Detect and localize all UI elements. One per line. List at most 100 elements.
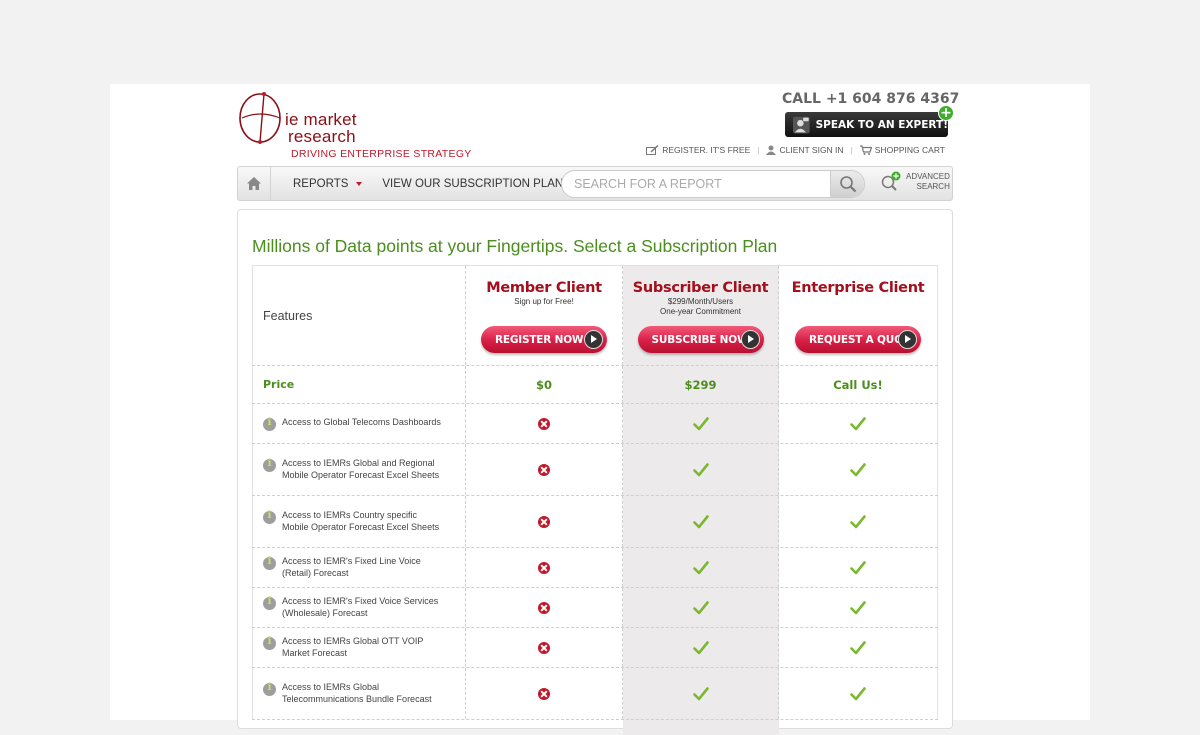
subscribe-now-label: SUBSCRIBE NOW [651,333,749,346]
plan-name: Subscriber Client [632,280,769,296]
table-row: Access to IEMRs Global Telecommunication… [252,668,938,720]
client-sign-in-label: CLIENT SIGN IN [779,145,844,155]
info-icon[interactable] [263,636,276,650]
play-arrow-icon [898,330,917,349]
search-button[interactable] [830,171,864,197]
feature-text: Access to IEMRs Global OTT VOIP Market F… [282,636,424,658]
cross-icon [538,463,550,476]
advanced-search-label: ADVANCED SEARCH [906,172,950,192]
price-cell: Call Us! [779,366,938,403]
feature-text: Access to Global Telecoms Dashboards [282,416,441,427]
enterprise-availability-cell [779,404,938,443]
enterprise-availability-cell [779,548,938,587]
info-icon[interactable] [263,556,276,570]
cross-icon [538,515,550,528]
info-icon[interactable] [263,596,276,610]
check-icon [850,416,866,430]
feature-item: Access to IEMR's Fixed Voice Services (W… [263,596,442,619]
register-link[interactable]: REGISTER. IT'S FREE [646,145,750,155]
plan-header-subscriber: Subscriber Client $299/Month/Users One-y… [623,266,779,365]
table-row: Access to IEMRs Country specific Mobile … [252,496,938,548]
plus-icon: + [938,105,954,121]
nav-reports-label: REPORTS [293,177,349,190]
check-icon [850,640,866,654]
feature-cell: Access to IEMR's Fixed Voice Services (W… [252,588,466,627]
nav-plans-label: VIEW OUR SUBSCRIPTION PLANS [382,177,571,190]
feature-rows: Access to Global Telecoms Dashboards Acce… [252,404,938,720]
speak-to-expert-button[interactable]: SPEAK TO AN EXPERT! + [785,105,954,137]
subscribe-now-button[interactable]: SUBSCRIBE NOW [637,326,764,353]
advanced-search-link[interactable]: ADVANCED SEARCH [880,171,950,193]
nav-subscription-plans[interactable]: VIEW OUR SUBSCRIPTION PLANS [382,178,585,190]
home-icon [247,177,261,190]
member-availability-cell [466,588,623,627]
cross-icon [538,417,550,430]
enterprise-availability-cell [779,496,938,547]
plan-header-member: Member Client Sign up for Free! REGISTER… [466,266,623,365]
logo-mark-icon [239,92,281,144]
subscriber-availability-cell [623,668,779,719]
subscriber-availability-cell [623,548,779,587]
register-link-label: REGISTER. IT'S FREE [662,145,751,155]
advanced-search-line1: ADVANCED [906,172,950,181]
register-now-label: REGISTER NOW [495,333,584,346]
check-icon [692,640,709,654]
member-availability-cell [466,496,623,547]
feature-text: Access to IEMR's Fixed Voice Services (W… [282,596,439,618]
search-input[interactable] [562,171,822,197]
check-icon [692,600,709,614]
feature-text: Access to IEMRs Global Telecommunication… [282,682,432,704]
link-separator: | [757,145,760,155]
nav-reports[interactable]: REPORTS [293,177,363,190]
subscription-panel: Millions of Data points at your Fingerti… [237,209,953,735]
price-value: Call Us! [833,377,883,392]
shopping-cart-link[interactable]: SHOPPING CART [859,145,945,155]
member-availability-cell [466,404,623,443]
price-value: $0 [535,377,552,392]
table-row: Access to IEMR's Fixed Line Voice (Retai… [252,548,938,588]
request-quote-button[interactable]: REQUEST A QUOTE [795,326,921,353]
phone-number: CALL +1 604 876 4367 [782,91,960,107]
enterprise-availability-cell [779,444,938,495]
info-icon[interactable] [263,417,276,431]
register-now-button[interactable]: REGISTER NOW [481,326,607,353]
plan-subtitle: Sign up for Free! [514,297,574,306]
subscriber-availability-cell [623,404,779,443]
home-button[interactable] [238,167,271,200]
subscriber-availability-cell [623,496,779,547]
price-label: Price [263,378,295,391]
features-label: Features [263,308,313,323]
link-separator: | [850,145,853,155]
info-icon[interactable] [263,510,276,524]
register-icon [646,145,659,155]
info-icon[interactable] [263,458,276,472]
price-value: $299 [684,377,717,392]
table-row: Access to IEMRs Global and Regional Mobi… [252,444,938,496]
check-icon [692,686,709,700]
plan-name: Enterprise Client [791,280,925,296]
check-icon [850,600,866,614]
check-icon [850,462,866,476]
feature-text: Access to IEMRs Country specific Mobile … [282,510,440,532]
feature-item: Access to IEMRs Global OTT VOIP Market F… [263,636,442,659]
chevron-down-icon [356,181,363,186]
client-sign-in-link[interactable]: CLIENT SIGN IN [766,145,844,155]
feature-cell: Access to IEMRs Global OTT VOIP Market F… [252,628,466,667]
plan-subtitle: $299/Month/Users [667,297,734,306]
feature-item: Access to IEMRs Global and Regional Mobi… [263,458,442,481]
info-icon[interactable] [263,682,276,696]
cross-icon [538,601,550,614]
price-cell: $299 [623,366,779,403]
search-icon [839,176,856,193]
play-arrow-icon [584,330,603,349]
member-availability-cell [466,628,623,667]
logo[interactable]: ie market research DRIVING ENTERPRISE ST… [238,92,471,160]
logo-tagline: DRIVING ENTERPRISE STRATEGY [291,148,472,160]
check-icon [850,514,866,528]
member-availability-cell [466,668,623,719]
advanced-search-icon [881,171,901,191]
top-links: REGISTER. IT'S FREE | CLIENT SIGN IN | S… [646,145,945,155]
play-arrow-icon [740,330,760,349]
feature-item: Access to IEMRs Global Telecommunication… [263,682,442,705]
enterprise-availability-cell [779,668,938,719]
